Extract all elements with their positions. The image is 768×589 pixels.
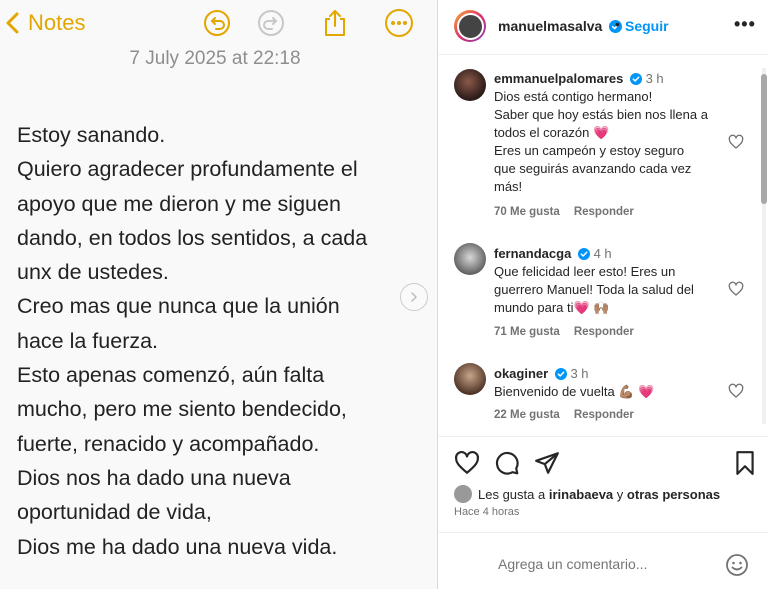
comment-time: 3 h	[570, 366, 589, 381]
comment-text: okaginer 3 h Bienvenido de vuelta 💪🏽 💗	[494, 365, 726, 401]
comment-line: guerrero Manuel! Toda la salud del	[494, 282, 694, 297]
comment-line: que seguirás avanzando cada vez	[494, 161, 692, 176]
comments-scrollbar[interactable]	[760, 60, 768, 432]
note-date: 7 July 2025 at 22:18	[129, 48, 301, 69]
author-avatar[interactable]	[454, 10, 486, 42]
like-heart-icon[interactable]	[454, 450, 480, 476]
note-line: mucho, pero me siento bendecido,	[17, 397, 347, 422]
comment-meta: 71 Me gusta Responder	[494, 326, 648, 338]
comment-time: 3 h	[645, 71, 664, 86]
liked-by-others[interactable]: otras personas	[627, 487, 720, 502]
note-line: oportunidad de vida,	[17, 500, 212, 525]
chevron-left-icon	[6, 12, 19, 34]
commenter-username[interactable]: emmanuelpalomares	[494, 71, 623, 86]
undo-icon[interactable]	[202, 8, 232, 38]
instagram-pane: manuelmasalva • Seguir ••• emmanuelpalom…	[438, 0, 768, 589]
comment-line: mundo para ti💗 🙌🏽	[494, 300, 610, 315]
reply-button[interactable]: Responder	[574, 409, 634, 421]
note-body[interactable]: Estoy sanando. Quiero agradecer profunda…	[17, 118, 422, 564]
note-line: apoyo que me dieron y me siguen	[17, 191, 341, 216]
share-icon[interactable]	[320, 8, 350, 38]
liked-by-and: y	[616, 486, 624, 502]
comment-text: fernandacga 4 h Que felicidad leer esto!…	[494, 245, 726, 317]
author-username-text: manuelmasalva	[498, 18, 603, 34]
note-line: hace la fuerza.	[17, 328, 159, 353]
commenter-username[interactable]: fernandacga	[494, 246, 571, 261]
notes-pane: Notes 7 July 2025 at 22:18 Estoy sanando…	[0, 0, 437, 589]
back-label: Notes	[28, 10, 86, 35]
emoji-icon[interactable]	[725, 553, 749, 577]
back-button[interactable]: Notes	[2, 8, 85, 38]
note-line: Dios nos ha dado una nueva	[17, 465, 291, 490]
heart-icon[interactable]	[728, 383, 744, 399]
note-line: unx de ustedes.	[17, 260, 169, 285]
note-line: fuerte, renacido y acompañado.	[17, 431, 320, 456]
note-line: Esto apenas comenzó, aún falta	[17, 363, 325, 388]
comment-bubble-icon[interactable]	[494, 450, 520, 476]
comment-line: Saber que hoy estás bien nos llena a	[494, 107, 708, 122]
liked-by: Les gusta a irinabaeva y otras personas	[454, 485, 720, 503]
verified-badge-icon	[577, 248, 590, 260]
post-header: manuelmasalva • Seguir •••	[438, 0, 768, 55]
send-icon[interactable]	[534, 450, 560, 476]
scrollbar-thumb[interactable]	[761, 74, 767, 204]
comment-line: Bienvenido de vuelta 💪🏽 💗	[494, 384, 655, 399]
comment-likes[interactable]: 71 Me gusta	[494, 326, 560, 338]
heart-icon[interactable]	[728, 281, 744, 297]
note-line: Dios me ha dado una nueva vida.	[17, 534, 338, 559]
commenter-username[interactable]: okaginer	[494, 366, 548, 381]
add-comment-input[interactable]	[498, 556, 698, 572]
chevron-right-icon	[411, 292, 417, 302]
reply-button[interactable]: Responder	[574, 326, 634, 338]
comment-meta: 22 Me gusta Responder	[494, 409, 648, 421]
comment-input-divider	[438, 532, 768, 533]
heart-icon[interactable]	[728, 134, 744, 150]
comment-meta: 70 Me gusta Responder	[494, 206, 648, 218]
comment-text: emmanuelpalomares 3 h Dios está contigo …	[494, 70, 726, 196]
commenter-avatar[interactable]	[454, 69, 486, 101]
follow-button[interactable]: Seguir	[625, 18, 669, 34]
note-line: Estoy sanando.	[17, 123, 166, 147]
next-image-button[interactable]	[400, 283, 428, 311]
note-line: Quiero agradecer profundamente el	[17, 157, 358, 182]
more-options-icon[interactable]	[384, 8, 414, 38]
bookmark-icon[interactable]	[732, 450, 758, 476]
author-username[interactable]: manuelmasalva	[498, 18, 623, 34]
comment-line: Que felicidad leer esto! Eres un	[494, 264, 676, 279]
reply-button[interactable]: Responder	[574, 206, 634, 218]
liked-by-prefix: Les gusta a	[478, 486, 546, 502]
comment-likes[interactable]: 70 Me gusta	[494, 206, 560, 218]
verified-badge-icon	[629, 73, 642, 85]
commenter-avatar[interactable]	[454, 243, 486, 275]
more-options-icon[interactable]: •••	[734, 14, 756, 35]
verified-badge-icon	[554, 368, 567, 380]
commenter-avatar[interactable]	[454, 363, 486, 395]
post-time-ago: Hace 4 horas	[454, 506, 520, 518]
actions-divider	[438, 436, 768, 437]
comment-line: todos el corazón 💗	[494, 125, 610, 140]
comment-time: 4 h	[593, 246, 612, 261]
note-line: dando, en todos los sentidos, a cada	[17, 225, 368, 250]
comment-line: más!	[494, 179, 523, 194]
liker-avatar[interactable]	[454, 485, 472, 503]
note-line: Creo mas que nunca que la unión	[17, 294, 340, 319]
header-separator: •	[615, 16, 620, 32]
redo-icon[interactable]	[256, 8, 286, 38]
liked-by-user[interactable]: irinabaeva	[549, 487, 613, 502]
comment-line: Dios está contigo hermano!	[494, 89, 653, 104]
comment-likes[interactable]: 22 Me gusta	[494, 409, 560, 421]
comment-line: Eres un campeón y estoy seguro	[494, 143, 685, 158]
